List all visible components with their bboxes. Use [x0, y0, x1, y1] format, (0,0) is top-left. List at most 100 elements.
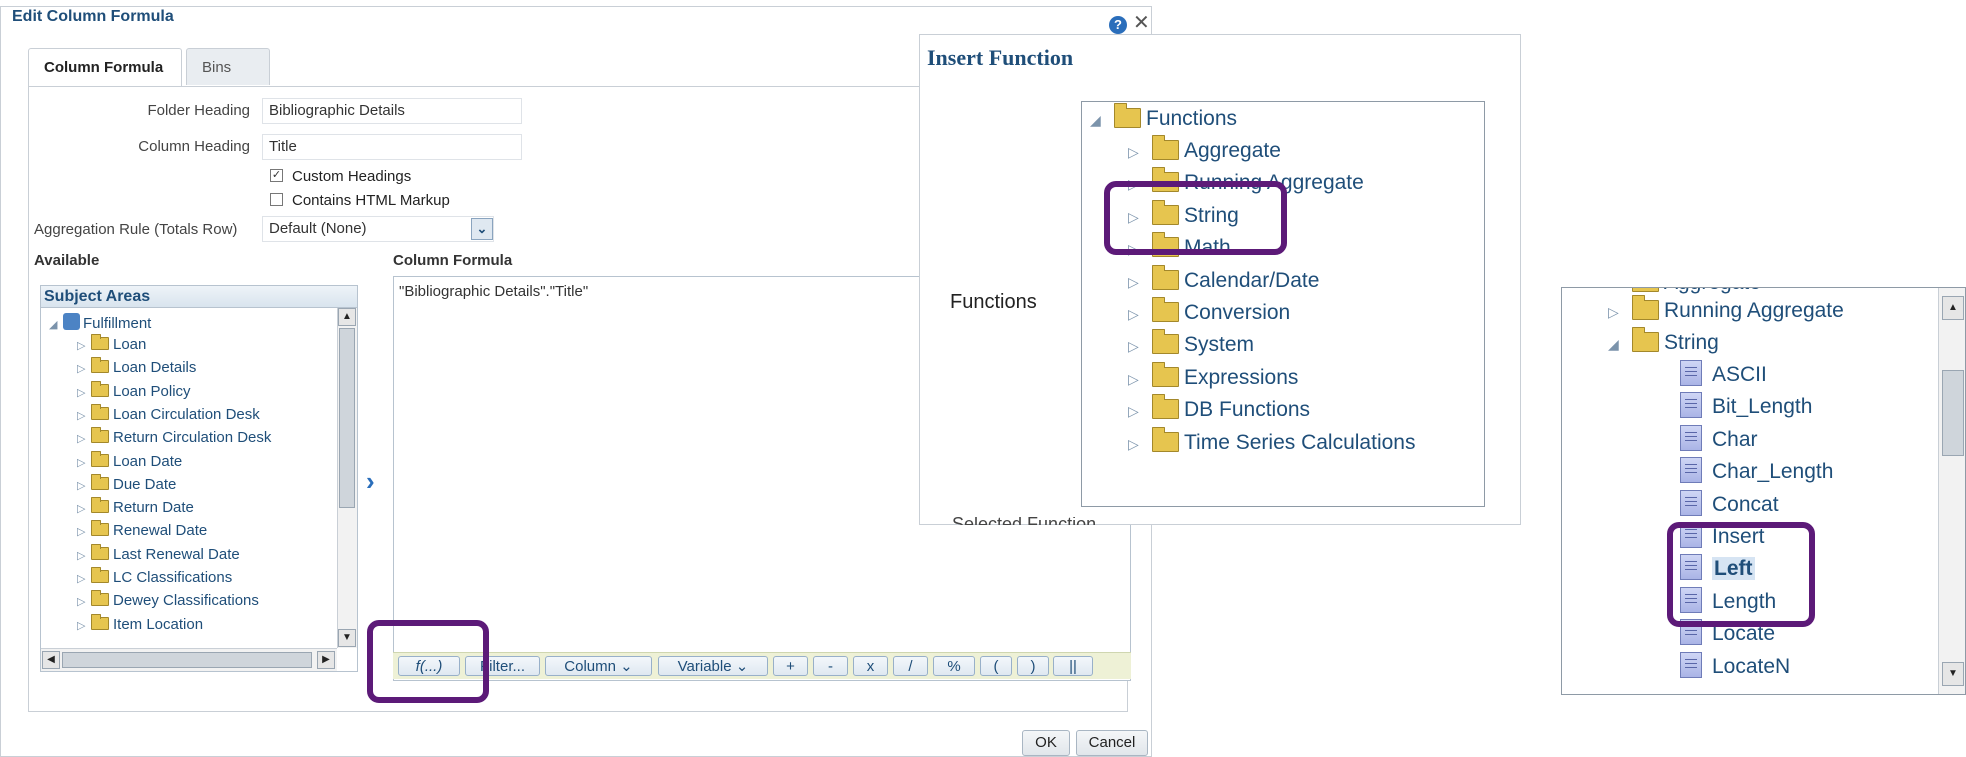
scroll-down-icon[interactable]: ▼: [338, 629, 356, 647]
collapsed-triangle-icon[interactable]: ▷: [1128, 364, 1152, 394]
folder-icon: [91, 427, 109, 444]
function-category-item[interactable]: ▷ Aggregate: [1128, 135, 1281, 167]
collapsed-triangle-icon[interactable]: ▷: [77, 405, 91, 427]
collapsed-triangle-icon[interactable]: ▷: [77, 615, 91, 637]
percent-button[interactable]: %: [933, 656, 975, 676]
collapsed-triangle-icon[interactable]: ▷: [77, 358, 91, 380]
collapsed-triangle-icon[interactable]: ▷: [1128, 299, 1152, 329]
function-doc-icon: [1680, 392, 1702, 419]
function-doc-icon: [1680, 457, 1702, 484]
string-functions-tree: Aggregate▷Running Aggregate◢StringASCIIB…: [1561, 287, 1966, 695]
h-scroll-thumb[interactable]: [62, 652, 312, 668]
function-category-item[interactable]: ▷ Expressions: [1128, 361, 1298, 394]
collapsed-triangle-icon[interactable]: ▷: [77, 475, 91, 497]
collapsed-triangle-icon[interactable]: ▷: [1128, 331, 1152, 361]
ok-button[interactable]: OK: [1022, 730, 1070, 756]
scroll-thumb[interactable]: [1942, 370, 1964, 456]
subject-folder-item[interactable]: ▷ Return Date: [77, 497, 194, 519]
plus-button[interactable]: +: [773, 656, 808, 676]
function-category-item[interactable]: ▷ Calendar/Date: [1128, 264, 1319, 297]
function-category-item[interactable]: ▷ Running Aggregate: [1608, 295, 1844, 327]
column-button[interactable]: Column ⌄: [545, 656, 652, 676]
scroll-up-icon[interactable]: ▲: [1942, 296, 1964, 320]
custom-headings-checkbox[interactable]: ✓: [270, 169, 283, 182]
string-function-item[interactable]: Char_Length: [1680, 457, 1833, 487]
help-icon[interactable]: ?: [1109, 16, 1127, 34]
collapsed-triangle-icon[interactable]: ▷: [77, 498, 91, 520]
collapsed-triangle-icon[interactable]: ▷: [77, 521, 91, 543]
subject-folder-item[interactable]: ▷ Item Location: [77, 613, 203, 637]
collapsed-triangle-icon[interactable]: ▷: [77, 452, 91, 474]
divide-button[interactable]: /: [893, 656, 928, 676]
contains-html-checkbox[interactable]: [270, 193, 283, 206]
collapsed-triangle-icon[interactable]: ▷: [77, 545, 91, 567]
tab-bins[interactable]: Bins: [186, 48, 270, 85]
folder-icon: [91, 473, 109, 490]
concat-button[interactable]: ||: [1053, 656, 1093, 676]
move-right-icon[interactable]: ›: [366, 466, 375, 497]
collapsed-triangle-icon[interactable]: ▷: [1128, 137, 1152, 167]
expanded-triangle-icon[interactable]: ◢: [1090, 105, 1114, 135]
tree-vertical-scrollbar[interactable]: ▲ ▼: [337, 308, 357, 648]
expanded-triangle-icon[interactable]: ◢: [1608, 329, 1632, 359]
folder-heading-input[interactable]: Bibliographic Details: [262, 98, 522, 124]
subject-folder-item[interactable]: ▷ Last Renewal Date: [77, 543, 240, 567]
minus-button[interactable]: -: [813, 656, 848, 676]
function-category-item[interactable]: ◢ String: [1608, 327, 1719, 359]
column-heading-label: Column Heading: [138, 138, 250, 155]
open-paren-button[interactable]: (: [980, 656, 1012, 676]
function-category-item[interactable]: ▷ Time Series Calculations: [1128, 426, 1415, 459]
subject-folder-item[interactable]: ▷ Loan Policy: [77, 380, 191, 404]
collapsed-triangle-icon[interactable]: ▷: [1128, 429, 1152, 459]
cancel-button[interactable]: Cancel: [1076, 730, 1148, 756]
folder-icon: [1152, 361, 1179, 387]
scroll-thumb[interactable]: [339, 328, 355, 508]
subject-folder-item[interactable]: ▷ Loan Details: [77, 357, 196, 379]
subject-folder-item[interactable]: ▷ Loan Circulation Desk: [77, 403, 260, 427]
scroll-up-icon[interactable]: ▲: [338, 308, 356, 326]
aggregation-rule-select[interactable]: Default (None): [262, 216, 494, 242]
collapsed-triangle-icon[interactable]: ▷: [1128, 396, 1152, 426]
collapsed-triangle-icon[interactable]: ▷: [77, 428, 91, 450]
scroll-down-icon[interactable]: ▼: [1942, 662, 1964, 686]
subject-area-root[interactable]: ◢ Fulfillment: [49, 313, 151, 335]
chevron-down-icon[interactable]: ⌄: [471, 218, 493, 240]
subject-folder-item[interactable]: ▷ Renewal Date: [77, 520, 207, 542]
close-icon[interactable]: ✕: [1133, 13, 1150, 33]
string-function-item[interactable]: LocateN: [1680, 651, 1790, 682]
tab-column-formula[interactable]: Column Formula: [28, 48, 182, 86]
string-function-item[interactable]: Bit_Length: [1680, 392, 1812, 422]
function-category-item[interactable]: ▷ DB Functions: [1128, 394, 1310, 426]
selected-function-label: Selected Function: [952, 517, 1182, 525]
close-paren-button[interactable]: ): [1017, 656, 1049, 676]
scroll-left-icon[interactable]: ◀: [42, 651, 60, 669]
string-function-item[interactable]: Char: [1680, 424, 1758, 455]
available-label: Available: [34, 252, 100, 269]
functions-root[interactable]: ◢ Functions: [1090, 103, 1237, 135]
subject-folder-item[interactable]: ▷ LC Classifications: [77, 567, 232, 589]
collapsed-triangle-icon[interactable]: ▷: [1608, 297, 1632, 327]
scroll-right-icon[interactable]: ▶: [317, 651, 335, 669]
collapsed-triangle-icon[interactable]: ▷: [77, 382, 91, 404]
expanded-triangle-icon[interactable]: ◢: [49, 314, 63, 336]
string-function-item[interactable]: ASCII: [1680, 360, 1767, 390]
collapsed-triangle-icon[interactable]: ▷: [77, 568, 91, 590]
list-vertical-scrollbar[interactable]: ▲ ▼: [1938, 288, 1965, 694]
subject-folder-item[interactable]: ▷ Due Date: [77, 473, 176, 497]
folder-icon: [91, 334, 109, 350]
variable-button[interactable]: Variable ⌄: [658, 656, 768, 676]
function-category-item[interactable]: ▷ System: [1128, 329, 1254, 361]
tree-horizontal-scrollbar[interactable]: ◀ ▶: [41, 648, 337, 671]
collapsed-triangle-icon[interactable]: ▷: [1128, 267, 1152, 297]
collapsed-triangle-icon[interactable]: ▷: [77, 591, 91, 613]
string-function-item[interactable]: Concat: [1680, 489, 1779, 520]
subject-folder-item[interactable]: ▷ Return Circulation Desk: [77, 427, 271, 449]
function-category-item[interactable]: ▷ Conversion: [1128, 297, 1290, 329]
folder-icon: [1632, 295, 1659, 320]
multiply-button[interactable]: x: [853, 656, 888, 676]
subject-folder-item[interactable]: ▷ Loan: [77, 334, 146, 356]
subject-folder-item[interactable]: ▷ Dewey Classifications: [77, 590, 259, 612]
column-heading-input[interactable]: Title: [262, 134, 522, 160]
collapsed-triangle-icon[interactable]: ▷: [77, 335, 91, 357]
subject-folder-item[interactable]: ▷ Loan Date: [77, 450, 182, 474]
